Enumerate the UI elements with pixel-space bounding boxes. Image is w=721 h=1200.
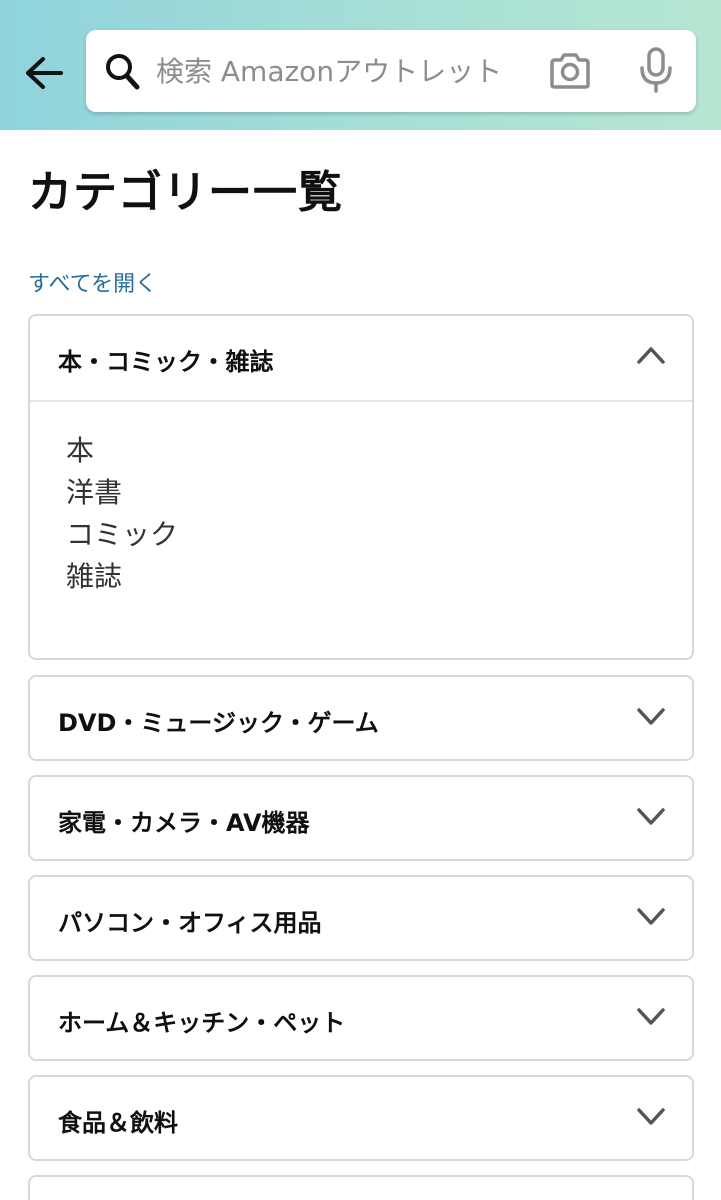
search-input[interactable] (156, 48, 531, 94)
chevron-down-icon (637, 1108, 665, 1125)
category-header-electronics-camera-av[interactable]: 家電・カメラ・AV機器 (30, 777, 692, 861)
category-header-pc-office[interactable]: パソコン・オフィス用品 (30, 877, 692, 961)
category-header-books[interactable]: 本・コミック・雑誌 (30, 316, 692, 400)
subcategory-item-magazines[interactable]: 雑誌 (66, 556, 692, 598)
category-dvd-music-games: DVD・ミュージック・ゲーム (28, 675, 694, 761)
search-bar (86, 30, 696, 112)
category-pc-office: パソコン・オフィス用品 (28, 875, 694, 961)
chevron-down-icon (637, 708, 665, 725)
subcategory-item-foreign-books[interactable]: 洋書 (66, 472, 692, 514)
subcategory-list: 本 洋書 コミック 雑誌 (30, 402, 692, 598)
back-button[interactable] (20, 50, 66, 96)
microphone-icon[interactable] (638, 46, 674, 94)
category-next-partial[interactable] (28, 1175, 694, 1200)
chevron-up-icon (637, 347, 665, 364)
category-electronics-camera-av: 家電・カメラ・AV機器 (28, 775, 694, 861)
category-label: 家電・カメラ・AV機器 (58, 809, 310, 837)
subcategory-item-books[interactable]: 本 (66, 430, 692, 472)
camera-icon[interactable] (548, 52, 592, 90)
page-title: カテゴリー一覧 (28, 167, 343, 218)
chevron-down-icon (637, 808, 665, 825)
expand-all-link[interactable]: すべてを開く (28, 266, 157, 298)
category-home-kitchen-pet: ホーム＆キッチン・ペット (28, 975, 694, 1061)
category-header-food-beverage[interactable]: 食品＆飲料 (30, 1077, 692, 1161)
category-label: 本・コミック・雑誌 (58, 348, 274, 376)
category-label: 食品＆飲料 (58, 1109, 178, 1137)
search-icon (106, 54, 140, 90)
category-header-dvd-music-games[interactable]: DVD・ミュージック・ゲーム (30, 677, 692, 761)
chevron-down-icon (637, 1008, 665, 1025)
category-label: DVD・ミュージック・ゲーム (58, 709, 379, 737)
category-books: 本・コミック・雑誌 本 洋書 コミック 雑誌 (28, 314, 694, 660)
top-header-bar (0, 0, 721, 130)
category-food-beverage: 食品＆飲料 (28, 1075, 694, 1161)
arrow-left-icon (26, 57, 63, 89)
category-label: パソコン・オフィス用品 (58, 909, 322, 937)
subcategory-item-comics[interactable]: コミック (66, 514, 692, 556)
chevron-down-icon (637, 908, 665, 925)
category-header-home-kitchen-pet[interactable]: ホーム＆キッチン・ペット (30, 977, 692, 1061)
category-label: ホーム＆キッチン・ペット (58, 1009, 346, 1037)
